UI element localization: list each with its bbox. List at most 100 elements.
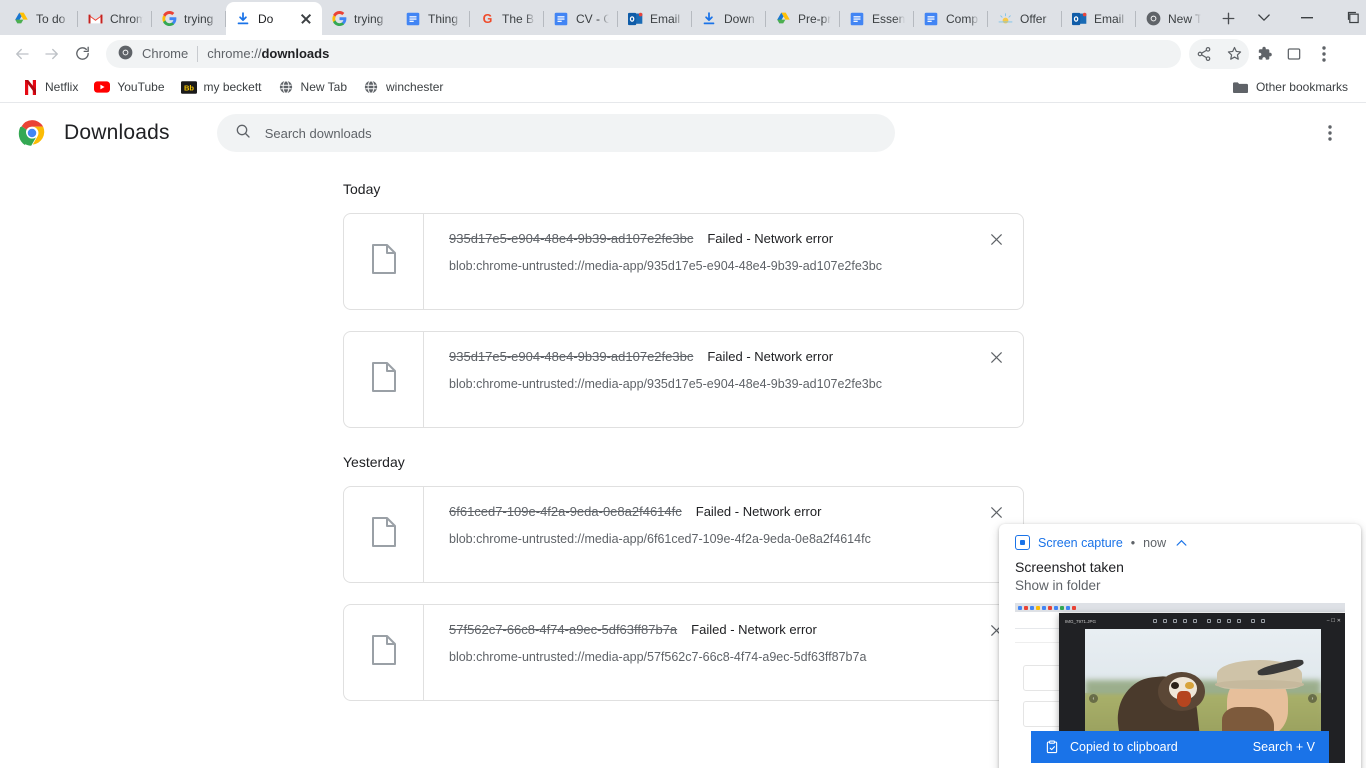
bookmark-netflix[interactable]: Netflix — [14, 75, 86, 99]
download-item-content: 935d17e5-e904-48e4-9b39-ad107e2fe3bc Fai… — [424, 332, 1023, 427]
omnibox-url: chrome://downloads — [207, 46, 329, 61]
notification-show-in-folder[interactable]: Show in folder — [999, 575, 1361, 603]
browser-tab[interactable]: Comp — [914, 2, 988, 35]
forward-button[interactable] — [38, 40, 66, 68]
bookmark-label: my beckett — [203, 80, 262, 94]
tab-title: Essen — [872, 11, 905, 26]
netflix-icon — [22, 79, 38, 95]
download-item-content: 6f61ced7-109e-4f2a-9eda-0e8a2f4614fc Fai… — [424, 487, 1023, 582]
downloads-page: Downloads Today 935d17e5-e904-48e4-9b39-… — [0, 103, 1366, 768]
side-panel-icon[interactable] — [1279, 39, 1309, 69]
download-status: Failed - Network error — [691, 622, 817, 637]
browser-tab[interactable]: trying — [152, 2, 226, 35]
window-controls — [1244, 0, 1366, 35]
search-downloads-box[interactable] — [216, 114, 895, 152]
share-icon[interactable] — [1189, 39, 1219, 69]
new-tab-button[interactable] — [1214, 4, 1242, 32]
google-icon — [331, 11, 347, 27]
browser-tab[interactable]: Chrom — [78, 2, 152, 35]
share-bookmark-group — [1189, 38, 1249, 69]
browser-tab[interactable]: Email — [618, 2, 692, 35]
tab-title: trying — [354, 11, 384, 26]
tab-title: Chrom — [110, 11, 143, 26]
browser-tab[interactable]: Offer — [988, 2, 1062, 35]
maximize-button[interactable] — [1330, 0, 1366, 35]
close-icon[interactable] — [299, 12, 313, 26]
browser-tab[interactable]: Pre-pr — [766, 2, 840, 35]
notification-title: Screenshot taken — [1015, 559, 1124, 575]
download-file-name: 6f61ced7-109e-4f2a-9eda-0e8a2f4614fc — [449, 504, 682, 519]
downloads-more-menu-button[interactable] — [1314, 117, 1346, 149]
download-status: Failed - Network error — [695, 504, 822, 519]
tab-search-button[interactable] — [1244, 0, 1284, 35]
browser-tab[interactable]: Essen — [840, 2, 914, 35]
browser-tab[interactable]: CV - G — [544, 2, 618, 35]
other-bookmarks-button[interactable]: Other bookmarks — [1225, 75, 1356, 99]
bookmark-label: New Tab — [300, 80, 348, 94]
chevron-up-icon[interactable] — [1176, 537, 1187, 549]
notification-popup[interactable]: Screen capture • now Screenshot taken Sh… — [999, 524, 1361, 768]
download-item[interactable]: 57f562c7-66c8-4f74-a9ec-5df63ff87b7a Fai… — [343, 604, 1024, 701]
gmail-icon — [87, 11, 103, 27]
remove-download-icon[interactable] — [984, 345, 1008, 369]
google-docs-icon — [849, 11, 865, 27]
download-source-url: blob:chrome-untrusted://media-app/57f562… — [449, 650, 867, 664]
browser-tab[interactable]: trying — [322, 2, 396, 35]
browser-tab[interactable]: To do — [4, 2, 78, 35]
omnibox-chrome-label: Chrome — [142, 46, 189, 61]
generic-file-icon — [371, 634, 397, 671]
download-file-icon-cell — [344, 605, 424, 700]
downloads-header: Downloads — [0, 103, 1366, 163]
tab-title: trying — [184, 11, 214, 26]
notification-time: now — [1143, 535, 1167, 550]
notification-header: Screen capture • now — [999, 524, 1361, 550]
browser-tab[interactable]: Thing — [396, 2, 470, 35]
browser-tab[interactable]: Email — [1062, 2, 1136, 35]
download-file-icon-cell — [344, 487, 424, 582]
extensions-puzzle-icon[interactable] — [1249, 39, 1279, 69]
back-button[interactable] — [8, 40, 36, 68]
browser-tab-active[interactable]: Do — [226, 2, 322, 35]
outlook-icon — [627, 11, 643, 27]
youtube-icon — [94, 79, 111, 95]
download-source-url: blob:chrome-untrusted://media-app/935d17… — [449, 377, 882, 391]
download-item[interactable]: 6f61ced7-109e-4f2a-9eda-0e8a2f4614fc Fai… — [343, 486, 1024, 583]
remove-download-icon[interactable] — [984, 227, 1008, 251]
remove-download-icon[interactable] — [984, 500, 1008, 524]
clipboard-message: Copied to clipboard — [1070, 740, 1178, 754]
screen-capture-icon — [1015, 535, 1030, 550]
minimize-button[interactable] — [1284, 0, 1330, 35]
grammarly-icon: G — [479, 11, 495, 27]
download-item[interactable]: 935d17e5-e904-48e4-9b39-ad107e2fe3bc Fai… — [343, 213, 1024, 310]
search-input[interactable] — [264, 125, 877, 141]
thumbnail-tabbar — [1015, 603, 1345, 612]
bookmark-star-icon[interactable] — [1219, 39, 1249, 69]
address-bar[interactable]: Chrome chrome://downloads — [106, 39, 1181, 68]
tab-title: Comp — [946, 11, 979, 26]
notification-thumbnail[interactable]: IMG_7971.JPG – ☐ ✕ ‹ › Copied to clipboa… — [1015, 603, 1345, 763]
browser-tab[interactable]: Down — [692, 2, 766, 35]
chrome-icon — [1145, 11, 1161, 27]
bookmark-my-beckett[interactable]: Bb my beckett — [173, 75, 270, 99]
omnibox-divider — [197, 45, 199, 62]
reload-button[interactable] — [68, 40, 96, 68]
browser-tab[interactable]: G The B — [470, 2, 544, 35]
download-item[interactable]: 935d17e5-e904-48e4-9b39-ad107e2fe3bc Fai… — [343, 331, 1024, 428]
tab-title: Do — [258, 11, 274, 26]
bookmark-label: winchester — [386, 80, 444, 94]
browser-tab[interactable]: New T — [1136, 2, 1210, 35]
bookmark-winchester[interactable]: winchester — [355, 75, 451, 99]
thumbnail-media-app-toolbar: IMG_7971.JPG – ☐ ✕ — [1059, 613, 1345, 629]
download-item-content: 57f562c7-66c8-4f74-a9ec-5df63ff87b7a Fai… — [424, 605, 1023, 700]
tab-title: New T — [1168, 11, 1201, 26]
bookmark-youtube[interactable]: YouTube — [86, 75, 172, 99]
browser-menu-icon[interactable] — [1309, 39, 1339, 69]
download-status: Failed - Network error — [707, 231, 834, 246]
notification-app-name: Screen capture — [1038, 535, 1123, 550]
download-source-url: blob:chrome-untrusted://media-app/935d17… — [449, 259, 882, 273]
download-item-headline: 935d17e5-e904-48e4-9b39-ad107e2fe3bc Fai… — [449, 231, 1023, 246]
tab-title: Pre-pr — [798, 11, 831, 26]
bookmark-new-tab[interactable]: New Tab — [270, 75, 355, 99]
download-item-headline: 57f562c7-66c8-4f74-a9ec-5df63ff87b7a Fai… — [449, 622, 1023, 637]
browser-toolbar: Chrome chrome://downloads — [0, 35, 1366, 72]
